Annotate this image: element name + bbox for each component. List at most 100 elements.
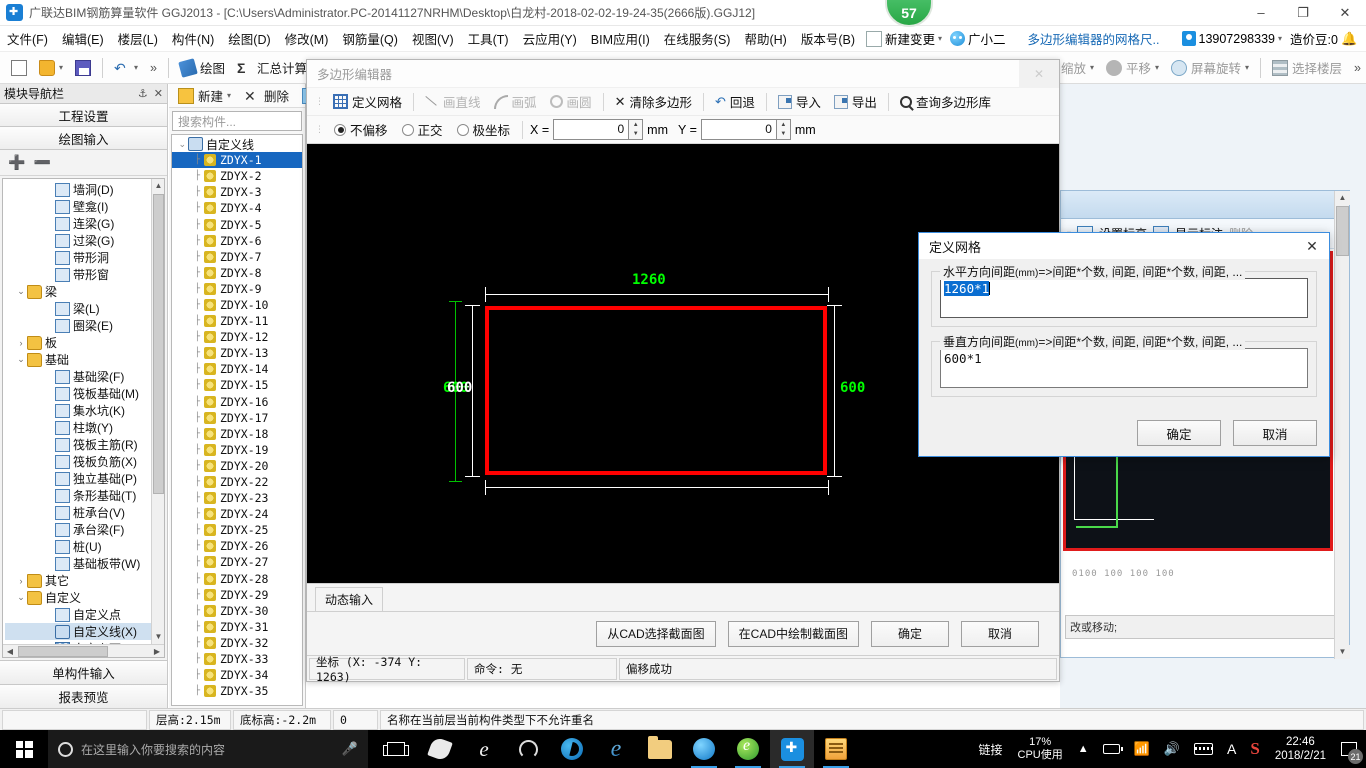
tree-item[interactable]: 柱墩(Y) — [5, 419, 164, 436]
offset-mode-none[interactable]: 不偏移 — [329, 118, 393, 141]
tree-item[interactable]: 桩承台(V) — [5, 504, 164, 521]
component-list-item[interactable]: ├ ZDYX-29 — [172, 587, 302, 603]
menu-bim-apps[interactable]: BIM应用(I) — [584, 26, 657, 51]
offset-mode-orthogonal[interactable]: 正交 — [397, 118, 448, 141]
module-tree-hscroll-thumb[interactable] — [18, 646, 108, 657]
component-list-item[interactable]: ├ ZDYX-3 — [172, 184, 302, 200]
menu-draw[interactable]: 绘图(D) — [221, 26, 277, 51]
tree-item[interactable]: 筏板基础(M) — [5, 385, 164, 402]
component-list-item[interactable]: ├ ZDYX-27 — [172, 554, 302, 570]
component-list-item[interactable]: ├ ZDYX-33 — [172, 651, 302, 667]
pin-icon[interactable]: ⚓ — [138, 87, 148, 100]
tree-item[interactable]: › 板 — [5, 334, 164, 351]
polygon-shape[interactable] — [485, 306, 827, 475]
module-tree-vscroll-thumb[interactable] — [153, 194, 164, 494]
component-list-item[interactable]: ├ ZDYX-12 — [172, 329, 302, 345]
select-floor-button[interactable]: 选择楼层 — [1267, 56, 1347, 79]
notepad-icon[interactable] — [814, 730, 858, 768]
y-spin-down-icon[interactable]: ▼ — [777, 130, 790, 140]
tree-item[interactable]: ⌄ 梁 — [5, 283, 164, 300]
bg-scroll-up-icon[interactable]: ▲ — [1335, 191, 1350, 205]
panel-close-icon[interactable]: ✕ — [154, 87, 163, 100]
component-list-item[interactable]: ├ ZDYX-2 — [172, 168, 302, 184]
x-spinner[interactable]: 0 ▲ ▼ — [553, 119, 644, 140]
tree-item[interactable]: ⌄ 基础 — [5, 351, 164, 368]
pan-chevron-down-icon[interactable]: ▾ — [1155, 63, 1159, 72]
chevron-down-icon[interactable]: ▾ — [938, 34, 942, 43]
scroll-down-arrow-icon[interactable]: ▼ — [152, 630, 164, 644]
offsetbar-grip-icon[interactable]: ⋮ — [315, 124, 325, 135]
tree-twisty-icon[interactable]: ⌄ — [15, 354, 27, 365]
cpu-usage-indicator[interactable]: 17% CPU使用 — [1010, 736, 1071, 762]
component-list-item[interactable]: ├ ZDYX-31 — [172, 619, 302, 635]
component-list-item[interactable]: ├ ZDYX-32 — [172, 635, 302, 651]
component-delete-button[interactable]: ✕ 删除 — [239, 84, 294, 107]
tree-item[interactable]: 桩(U) — [5, 538, 164, 555]
menu-cloud-apps[interactable]: 云应用(Y) — [516, 26, 584, 51]
ime-language-icon[interactable]: A — [1220, 730, 1243, 768]
polygon-editor-ok-button[interactable]: 确定 — [871, 620, 949, 647]
x-input[interactable]: 0 — [553, 119, 630, 140]
tree-item[interactable]: 带形窗 — [5, 266, 164, 283]
x-spin-up-icon[interactable]: ▲ — [629, 120, 642, 130]
component-group-root[interactable]: ⌄ 自定义线 — [172, 136, 302, 152]
tree-item[interactable]: 自定义线(X) — [5, 623, 164, 640]
component-list-item[interactable]: ├ ZDYX-22 — [172, 474, 302, 490]
component-list-item[interactable]: ├ ZDYX-6 — [172, 233, 302, 249]
start-button[interactable] — [0, 730, 48, 768]
polygon-editor-close-button[interactable]: ✕ — [1019, 59, 1059, 88]
bell-icon[interactable]: 🔔 — [1341, 31, 1357, 47]
close-button[interactable]: ✕ — [1324, 0, 1366, 26]
tree-item[interactable]: 连梁(G) — [5, 215, 164, 232]
scroll-right-arrow-icon[interactable]: ▶ — [150, 645, 164, 657]
user-chip[interactable]: 广小二 — [946, 29, 1010, 48]
draw-arc-button[interactable]: 画弧 — [489, 90, 542, 113]
draw-circle-button[interactable]: 画圆 — [545, 90, 597, 113]
radio-polar-icon[interactable] — [456, 123, 469, 136]
radio-no-offset-icon[interactable] — [334, 123, 346, 136]
undo-polygon-button[interactable]: ↶ 回退 — [710, 90, 760, 113]
edge-icon[interactable] — [550, 730, 594, 768]
tab-single-component-input[interactable]: 单构件输入 — [0, 660, 167, 684]
draw-button[interactable]: 绘图 — [175, 56, 230, 79]
tree-item[interactable]: 梁(L) — [5, 300, 164, 317]
define-grid-cancel-button[interactable]: 取消 — [1233, 420, 1317, 446]
component-list-item[interactable]: ├ ZDYX-7 — [172, 249, 302, 265]
component-list-item[interactable]: ├ ZDYX-1 — [172, 152, 302, 169]
component-list-item[interactable]: ├ ZDYX-17 — [172, 410, 302, 426]
bg-scroll-down-icon[interactable]: ▼ — [1335, 645, 1350, 659]
component-list-item[interactable]: ├ ZDYX-4 — [172, 200, 302, 216]
menu-version[interactable]: 版本号(B) — [794, 26, 862, 51]
define-grid-close-button[interactable]: ✕ — [1295, 233, 1329, 259]
vertical-spacing-input[interactable]: 600*1 — [940, 348, 1308, 388]
account-chevron-down-icon[interactable]: ▾ — [1278, 34, 1282, 43]
clear-polygon-button[interactable]: ✕ 清除多边形 — [610, 90, 697, 113]
tab-draw-input[interactable]: 绘图输入 — [0, 127, 167, 150]
module-tree-vscrollbar[interactable]: ▲ ▼ — [151, 179, 164, 644]
spiral-icon[interactable] — [506, 730, 550, 768]
scroll-up-arrow-icon[interactable]: ▲ — [152, 179, 164, 193]
component-list-item[interactable]: ├ ZDYX-25 — [172, 522, 302, 538]
draw-line-button[interactable]: 画直线 — [420, 90, 486, 113]
taskbar-search-input[interactable]: 在这里输入你要搜索的内容 🎤 — [48, 730, 368, 768]
component-list-item[interactable]: ├ ZDYX-5 — [172, 216, 302, 232]
component-list-item[interactable]: ├ ZDYX-35 — [172, 683, 302, 699]
tree-twisty-icon[interactable]: ⌄ — [15, 286, 27, 297]
component-list-item[interactable]: ├ ZDYX-13 — [172, 345, 302, 361]
toolbar-overflow-button[interactable]: » — [145, 59, 162, 77]
wifi-icon[interactable]: 📶 — [1127, 730, 1157, 768]
tree-twisty-icon[interactable]: › — [15, 338, 27, 348]
radio-orthogonal-icon[interactable] — [401, 123, 414, 136]
y-input[interactable]: 0 — [700, 119, 777, 140]
tree-item[interactable]: 条形基础(T) — [5, 487, 164, 504]
polygon-editor-cancel-button[interactable]: 取消 — [961, 620, 1039, 647]
folder-icon[interactable] — [638, 730, 682, 768]
microphone-icon[interactable]: 🎤 — [342, 741, 358, 757]
account-chip[interactable]: 13907298339 ▾ — [1178, 31, 1287, 46]
component-twisty-icon[interactable]: ⌄ — [172, 139, 188, 150]
tree-item[interactable]: ⌄ 自定义 — [5, 589, 164, 606]
task-view-icon[interactable] — [374, 730, 418, 768]
component-list-item[interactable]: ├ ZDYX-34 — [172, 667, 302, 683]
save-button[interactable] — [70, 58, 96, 78]
menu-file[interactable]: 文件(F) — [0, 26, 55, 51]
